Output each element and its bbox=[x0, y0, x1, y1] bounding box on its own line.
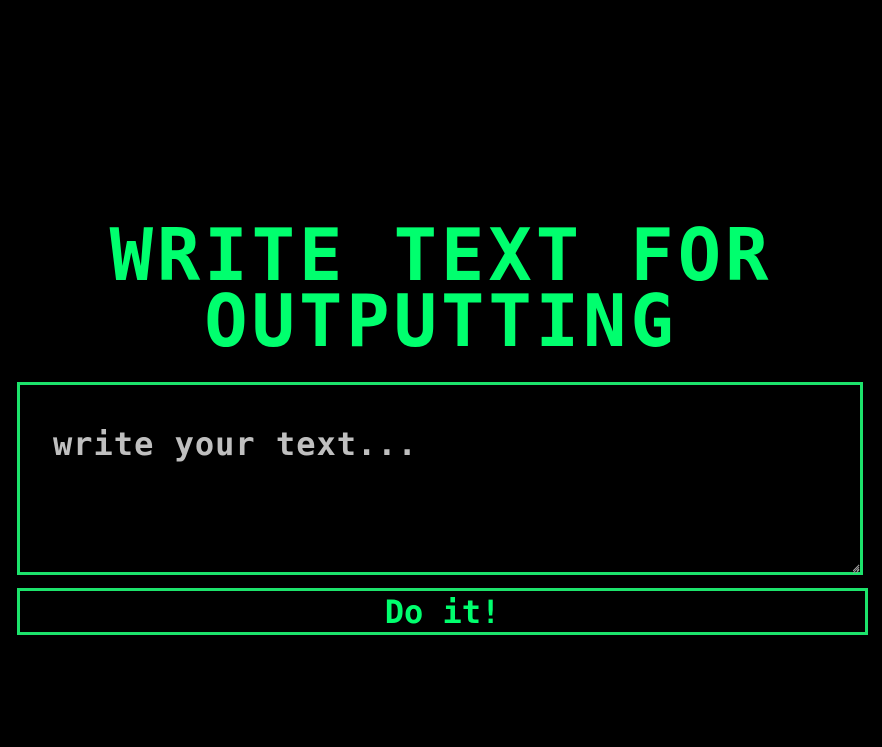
text-input[interactable] bbox=[17, 382, 863, 575]
page-title: Write text for outputting bbox=[0, 219, 882, 363]
page-title-line-2: outputting bbox=[204, 279, 678, 363]
do-it-button[interactable]: Do it! bbox=[17, 588, 868, 635]
page: Write text for outputting Do it! bbox=[0, 0, 882, 747]
